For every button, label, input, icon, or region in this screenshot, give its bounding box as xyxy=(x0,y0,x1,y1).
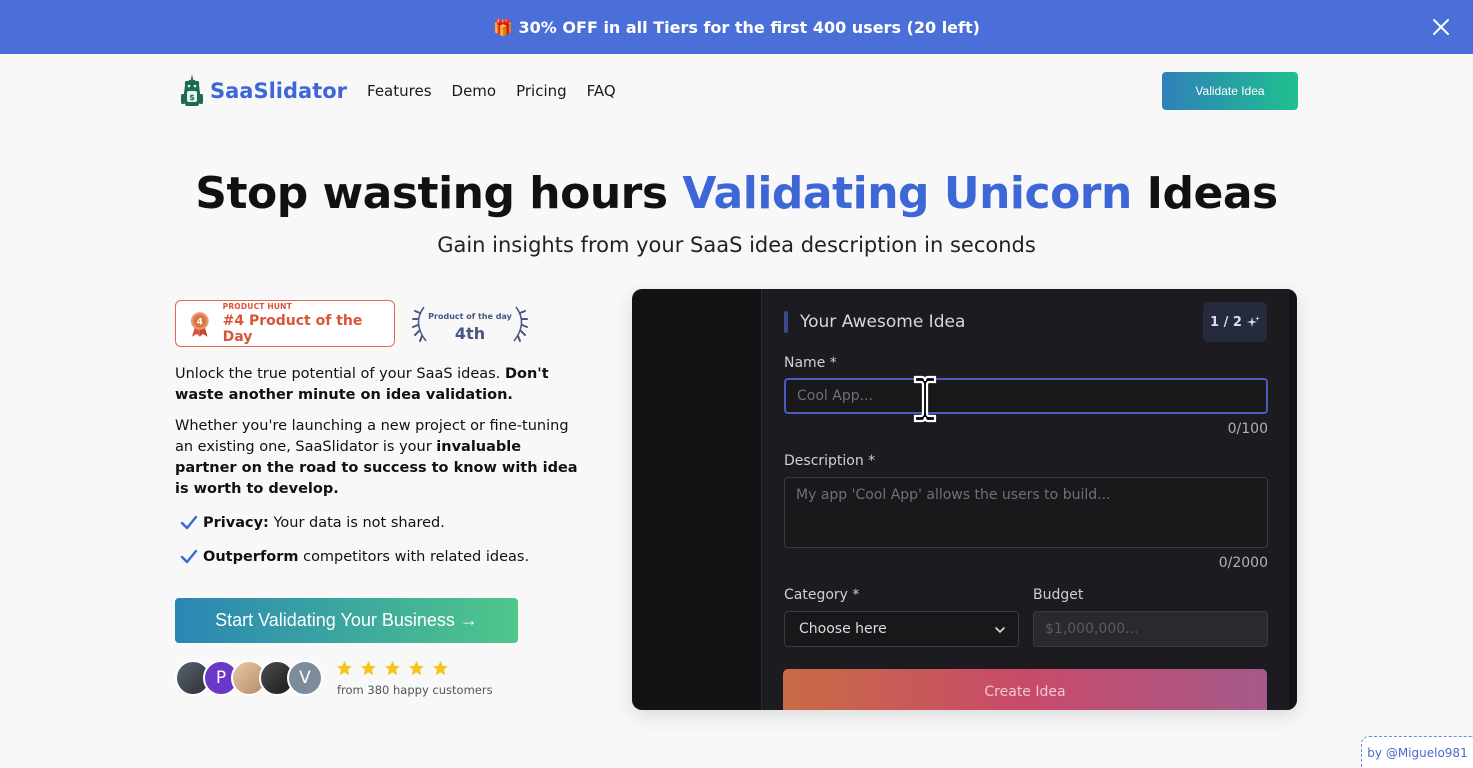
check-icon xyxy=(180,515,198,530)
check-icon xyxy=(180,549,198,564)
avatar: V xyxy=(287,660,323,696)
idea-form-panel: Your Awesome Idea 1 / 2 Name * Cool App.… xyxy=(761,289,1289,710)
feature-privacy: Privacy: Your data is not shared. xyxy=(180,515,445,531)
name-input[interactable]: Cool App... xyxy=(784,378,1268,414)
intro-text: Unlock the true potential of your SaaS i… xyxy=(175,366,505,382)
form-title: Your Awesome Idea xyxy=(800,312,966,332)
star-icon xyxy=(432,660,449,676)
star-icon xyxy=(360,660,377,676)
category-value: Choose here xyxy=(799,621,887,637)
create-idea-button[interactable]: Create Idea xyxy=(783,669,1267,710)
step-indicator[interactable]: 1 / 2 xyxy=(1203,302,1267,342)
medal-icon: 4 xyxy=(190,311,209,337)
product-hunt-badge[interactable]: 4 PRODUCT HUNT #4 Product of the Day xyxy=(175,300,395,347)
nav-link-pricing[interactable]: Pricing xyxy=(516,82,567,100)
author-credit[interactable]: by @Miguelo981 xyxy=(1361,736,1473,768)
medal-number: 4 xyxy=(197,317,203,327)
product-hunt-label: PRODUCT HUNT xyxy=(222,302,292,311)
step-text: 1 / 2 xyxy=(1210,314,1242,330)
demo-preview: Your Awesome Idea 1 / 2 Name * Cool App.… xyxy=(632,289,1297,710)
headline-start: Stop wasting hours xyxy=(195,168,668,219)
nav-link-faq[interactable]: FAQ xyxy=(587,82,616,100)
nav-links: Features Demo Pricing FAQ xyxy=(367,82,616,100)
potd-rank: 4th xyxy=(454,324,486,343)
product-hunt-texts: PRODUCT HUNT #4 Product of the Day xyxy=(223,302,394,345)
potd-label: Product of the day xyxy=(428,312,512,321)
star-icon xyxy=(408,660,425,676)
customer-avatars: P V xyxy=(175,660,323,696)
brand-name: SaaSlidator xyxy=(210,79,348,103)
outperform-title: Outperform xyxy=(203,549,299,565)
intro-paragraph: Unlock the true potential of your SaaS i… xyxy=(175,364,580,406)
brand-logo[interactable]: $ SaaSlidator xyxy=(180,73,347,109)
description-char-count: 0/2000 xyxy=(1218,555,1268,571)
category-label: Category * xyxy=(784,587,860,603)
budget-label: Budget xyxy=(1033,587,1084,603)
top-nav: $ SaaSlidator Features Demo Pricing FAQ … xyxy=(180,72,1298,110)
feature-outperform: Outperform competitors with related idea… xyxy=(180,549,529,565)
privacy-title: Privacy: xyxy=(203,515,269,531)
customers-count: from 380 happy customers xyxy=(337,683,493,697)
name-label: Name * xyxy=(784,355,837,371)
close-icon[interactable] xyxy=(1431,17,1451,37)
nav-link-features[interactable]: Features xyxy=(367,82,432,100)
title-accent-bar xyxy=(784,311,788,333)
headline-accent: Validating Unicorn xyxy=(682,168,1132,219)
name-char-count: 0/100 xyxy=(1227,421,1268,437)
budget-input[interactable]: $1,000,000... xyxy=(1033,611,1268,647)
unicorn-logo-icon: $ xyxy=(181,74,203,106)
start-validating-button[interactable]: Start Validating Your Business → xyxy=(175,598,518,643)
rating-stars xyxy=(336,660,449,677)
outperform-text: competitors with related ideas. xyxy=(298,549,530,565)
headline-end: Ideas xyxy=(1146,168,1279,219)
hero-subheadline: Gain insights from your SaaS idea descri… xyxy=(437,233,1036,257)
promo-banner-text: 🎁 30% OFF in all Tiers for the first 400… xyxy=(493,17,980,37)
promo-banner: 🎁 30% OFF in all Tiers for the first 400… xyxy=(0,0,1473,54)
validate-idea-button[interactable]: Validate Idea xyxy=(1162,72,1298,110)
svg-text:$: $ xyxy=(189,93,195,102)
chevron-down-icon xyxy=(995,627,1005,634)
partner-paragraph: Whether you're launching a new project o… xyxy=(175,416,580,500)
product-hunt-rank: #4 Product of the Day xyxy=(222,313,363,345)
product-of-the-day-badge[interactable]: Product of the day 4th xyxy=(410,303,530,345)
nav-link-demo[interactable]: Demo xyxy=(452,82,497,100)
privacy-text: Your data is not shared. xyxy=(268,515,445,531)
description-label: Description * xyxy=(784,453,876,469)
category-select[interactable]: Choose here xyxy=(784,611,1019,647)
description-input[interactable]: My app 'Cool App' allows the users to bu… xyxy=(784,477,1268,548)
sparkle-icon xyxy=(1246,315,1260,327)
hero-headline: Stop wasting hours Validating Unicorn Id… xyxy=(0,168,1473,219)
star-icon xyxy=(384,660,401,676)
text-cursor-icon xyxy=(913,375,937,423)
star-icon xyxy=(336,660,353,676)
